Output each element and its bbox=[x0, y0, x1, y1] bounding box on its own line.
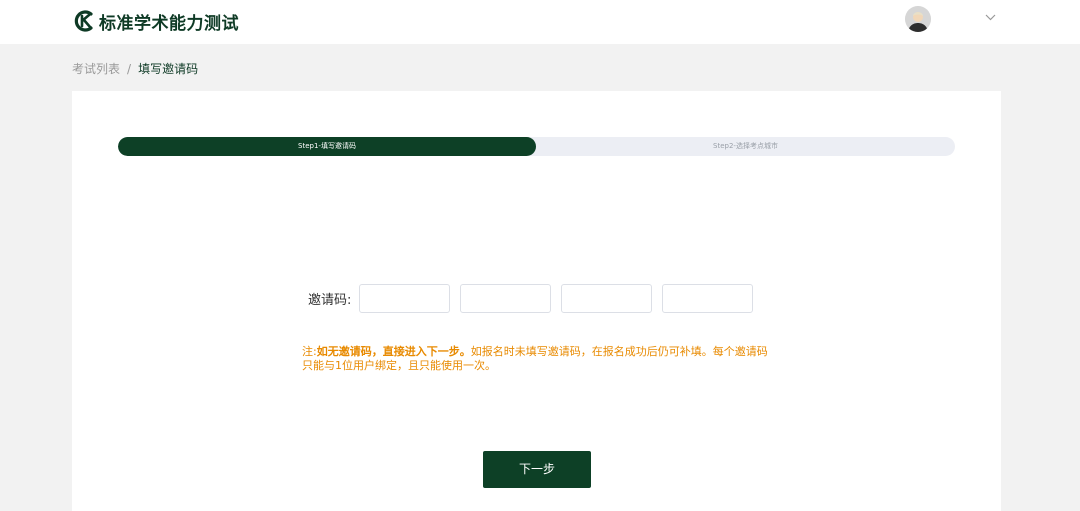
step-1-active: Step1-填写邀请码 bbox=[118, 137, 536, 156]
avatar-figure-icon bbox=[905, 6, 931, 32]
breadcrumb-current: 填写邀请码 bbox=[138, 62, 199, 76]
chevron-down-icon[interactable] bbox=[985, 14, 996, 21]
note-bold: 如无邀请码，直接进入下一步。 bbox=[316, 345, 471, 358]
logo-mark-icon bbox=[74, 10, 93, 32]
breadcrumb: 考试列表 / 填写邀请码 bbox=[72, 60, 198, 77]
logo-text: 标准学术能力测试 bbox=[99, 13, 239, 34]
top-header: 标准学术能力测试 bbox=[0, 0, 1080, 44]
note-prefix: 注: bbox=[302, 345, 317, 358]
next-step-button[interactable]: 下一步 bbox=[483, 451, 591, 488]
invite-code-input-1[interactable] bbox=[359, 283, 450, 313]
main-card: Step1-填写邀请码 Step2-选择考点城市 邀请码: 注:如无邀请码，直接… bbox=[72, 91, 1001, 511]
breadcrumb-separator: / bbox=[127, 62, 132, 76]
invite-code-note: 注:如无邀请码，直接进入下一步。如报名时未填写邀请码，在报名成功后仍可补填。每个… bbox=[302, 345, 777, 373]
invite-code-input-3[interactable] bbox=[561, 283, 652, 313]
step-2: Step2-选择考点城市 bbox=[713, 142, 778, 150]
step-progress: Step1-填写邀请码 Step2-选择考点城市 bbox=[118, 137, 955, 156]
breadcrumb-exam-list[interactable]: 考试列表 bbox=[72, 62, 120, 76]
invite-code-row: 邀请码: bbox=[308, 282, 763, 314]
invite-code-input-2[interactable] bbox=[460, 283, 551, 313]
invite-code-label: 邀请码: bbox=[308, 292, 352, 308]
invite-code-input-4[interactable] bbox=[662, 283, 753, 313]
user-avatar-icon[interactable] bbox=[905, 6, 931, 32]
logo[interactable]: 标准学术能力测试 bbox=[74, 9, 239, 34]
